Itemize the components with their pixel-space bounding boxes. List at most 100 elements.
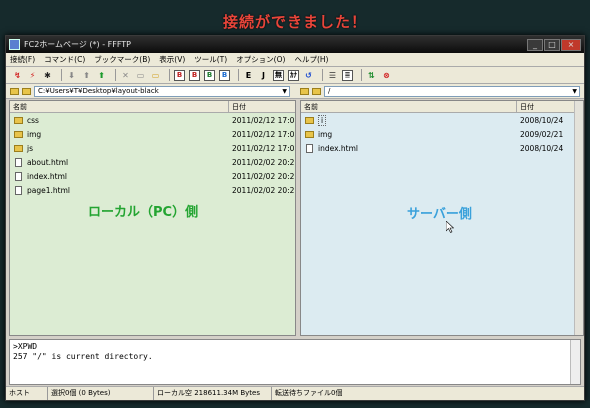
toolbar-separator: [61, 69, 62, 81]
kanji-none-icon[interactable]: 無: [273, 69, 284, 81]
list-item[interactable]: js 2011/02/12 17:0: [10, 141, 295, 155]
folder-icon: [305, 130, 314, 138]
local-file-list[interactable]: 名前 日付 css 2011/02/12 17:0 img 2011/02/12…: [9, 100, 296, 336]
file-name: js: [27, 143, 33, 153]
remote-col-name[interactable]: 名前: [301, 101, 517, 112]
scrollbar[interactable]: [570, 340, 580, 384]
ffftp-window: FC2ホームページ (*) - FFFTP _ □ × 接続(F) コマンド(C…: [5, 35, 585, 401]
mode-auto2-icon[interactable]: B: [219, 69, 230, 81]
file-date: 2011/02/12 17:0: [232, 129, 295, 139]
remote-file-list[interactable]: 名前 日付 i 2008/10/24 img 2009/02/21 index.…: [300, 100, 584, 336]
new-folder-icon[interactable]: ▭: [150, 70, 161, 81]
menu-help[interactable]: ヘルプ(H): [294, 54, 328, 65]
mirror-upload-icon[interactable]: ⬆: [96, 70, 107, 81]
menu-command[interactable]: コマンド(C): [44, 54, 85, 65]
local-path-input[interactable]: C:¥Users¥T¥Desktop¥layout-black ▼: [34, 85, 290, 97]
server-side-label: サーバー側: [407, 207, 472, 222]
menu-bar: 接続(F) コマンド(C) ブックマーク(B) 表示(V) ツール(T) オプシ…: [6, 53, 584, 67]
scrollbar[interactable]: [574, 101, 583, 335]
status-selected: 選択0個 (0 Bytes): [48, 387, 154, 400]
list-view-icon[interactable]: ☰: [327, 70, 338, 81]
status-host: ホスト: [6, 387, 48, 400]
delete-icon[interactable]: ✕: [120, 70, 131, 81]
open-folder-icon[interactable]: [312, 87, 321, 95]
mode-binary-icon[interactable]: B: [174, 69, 185, 81]
close-button[interactable]: ×: [561, 38, 581, 51]
file-date: 2011/02/02 20:2: [232, 157, 295, 167]
list-item[interactable]: about.html 2011/02/02 20:2: [10, 155, 295, 169]
title-bar[interactable]: FC2ホームページ (*) - FFFTP _ □ ×: [6, 36, 584, 53]
status-bar: ホスト 選択0個 (0 Bytes) ローカル空 218611.34M Byte…: [6, 386, 584, 400]
remote-path-text: /: [328, 86, 331, 95]
list-item[interactable]: index.html 2008/10/24: [301, 141, 583, 155]
list-item[interactable]: css 2011/02/12 17:0: [10, 113, 295, 127]
upload-icon[interactable]: ⬆: [81, 70, 92, 81]
file-date: 2011/02/02 20:2: [232, 171, 295, 181]
file-name: index.html: [27, 171, 67, 181]
file-name: about.html: [27, 157, 69, 167]
file-icon: [15, 185, 22, 195]
toolbar-separator: [169, 69, 170, 81]
file-icon: [15, 171, 22, 181]
menu-connect[interactable]: 接続(F): [10, 54, 35, 65]
toolbar-separator: [238, 69, 239, 81]
disconnect-icon[interactable]: ✱: [42, 70, 53, 81]
menu-bookmark[interactable]: ブックマーク(B): [94, 54, 150, 65]
file-icon: [15, 157, 22, 167]
rename-icon[interactable]: ▭: [135, 70, 146, 81]
menu-options[interactable]: オプション(O): [236, 54, 285, 65]
local-side-label: ローカル（PC）側: [88, 205, 199, 220]
file-name: i: [318, 114, 327, 126]
stop-icon[interactable]: ⊗: [381, 70, 392, 81]
file-icon: [306, 143, 313, 153]
file-name: img: [318, 129, 333, 139]
connect-icon[interactable]: ↯: [12, 70, 23, 81]
folder-icon: [14, 116, 23, 124]
folder-up-icon[interactable]: [300, 87, 309, 95]
list-item[interactable]: img 2011/02/12 17:0: [10, 127, 295, 141]
local-path-text: C:¥Users¥T¥Desktop¥layout-black: [38, 86, 159, 95]
menu-view[interactable]: 表示(V): [159, 54, 185, 65]
open-folder-icon[interactable]: [22, 87, 31, 95]
menu-tools[interactable]: ツール(T): [194, 54, 227, 65]
local-col-date[interactable]: 日付: [229, 101, 295, 112]
file-name: index.html: [318, 143, 358, 153]
folder-icon: [14, 130, 23, 138]
file-date: 2011/02/12 17:0: [232, 143, 295, 153]
mode-auto-icon[interactable]: B: [204, 69, 215, 81]
chevron-down-icon[interactable]: ▼: [282, 87, 289, 96]
refresh-icon[interactable]: ↺: [303, 70, 314, 81]
app-icon: [9, 39, 20, 50]
folder-up-icon[interactable]: [10, 87, 19, 95]
sync-icon[interactable]: ⇅: [366, 70, 377, 81]
minimize-button[interactable]: _: [527, 38, 543, 51]
file-date: 2011/02/02 20:2: [232, 185, 295, 195]
list-item[interactable]: img 2009/02/21: [301, 127, 583, 141]
local-col-name[interactable]: 名前: [10, 101, 229, 112]
list-item[interactable]: page1.html 2011/02/02 20:2: [10, 183, 295, 197]
kanji-jis-icon[interactable]: J: [258, 70, 269, 81]
detail-view-icon[interactable]: ≣: [342, 69, 353, 81]
chevron-down-icon[interactable]: ▼: [572, 87, 579, 96]
mode-ascii-icon[interactable]: B: [189, 69, 200, 81]
file-name: page1.html: [27, 185, 70, 195]
file-name: css: [27, 115, 39, 125]
list-item[interactable]: index.html 2011/02/02 20:2: [10, 169, 295, 183]
list-item[interactable]: i 2008/10/24: [301, 113, 583, 127]
status-queue: 転送待ちファイル0個: [275, 389, 343, 397]
toolbar-separator: [322, 69, 323, 81]
log-line: 257 "/" is current directory.: [13, 352, 153, 361]
path-bar: C:¥Users¥T¥Desktop¥layout-black ▼ / ▼: [6, 84, 584, 99]
maximize-button[interactable]: □: [544, 38, 560, 51]
window-title: FC2ホームページ (*) - FFFTP: [24, 40, 132, 49]
toolbar: ↯ ⚡ ✱ ⬇ ⬆ ⬆ ✕ ▭ ▭ B B B B E J 無 ｶﾅ ↺ ☰ ≣…: [6, 67, 584, 84]
quick-connect-icon[interactable]: ⚡: [27, 70, 38, 81]
status-free-space: ローカル空 218611.34M Bytes: [154, 387, 272, 400]
folder-icon: [14, 144, 23, 152]
kana-convert-icon[interactable]: ｶﾅ: [288, 69, 299, 81]
log-line: >XPWD: [13, 342, 38, 351]
remote-path-input[interactable]: / ▼: [324, 85, 580, 97]
file-name: img: [27, 129, 42, 139]
kanji-euc-icon[interactable]: E: [243, 70, 254, 81]
download-icon[interactable]: ⬇: [66, 70, 77, 81]
